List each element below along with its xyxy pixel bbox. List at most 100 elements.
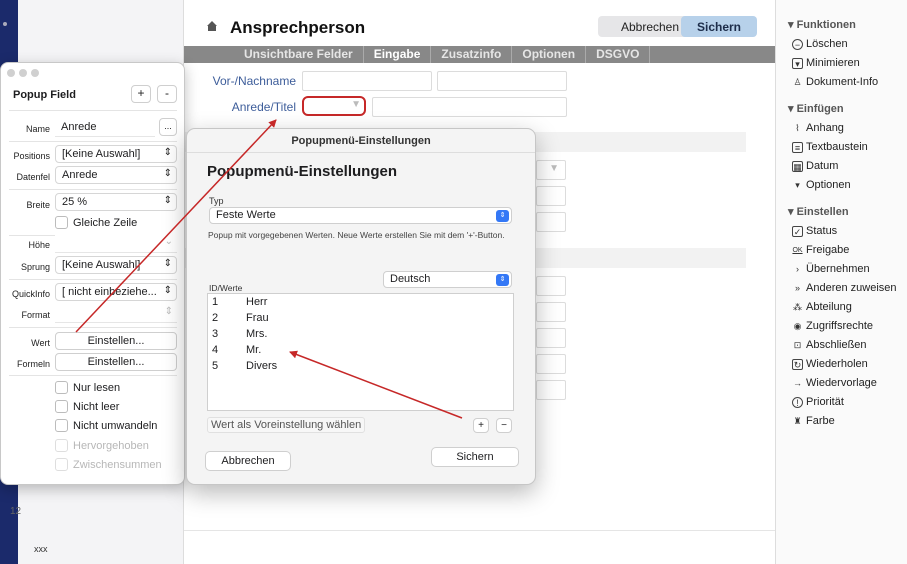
sidebar-item-wiedervorlage[interactable]: → Wiedervorlage	[776, 374, 907, 393]
tab-dsgvo[interactable]: DSGVO	[586, 46, 651, 63]
checkbox-label: Nicht umwandeln	[73, 419, 158, 432]
form-input-9[interactable]	[536, 380, 566, 400]
sidebar-item-wiederholen[interactable]: ↻ Wiederholen	[776, 355, 907, 374]
checkbox-box	[55, 458, 68, 471]
name-input[interactable]: Anrede	[55, 119, 155, 137]
sidebar-item-anhang[interactable]: ⌇ Anhang	[776, 119, 907, 138]
sidebar-item-anderen-zuweisen[interactable]: » Anderen zuweisen	[776, 279, 907, 298]
remove-value-button[interactable]: −	[496, 418, 512, 433]
inspector-remove-button[interactable]: -	[157, 85, 177, 103]
sidebar-item-status[interactable]: ✓ Status	[776, 222, 907, 241]
add-value-button[interactable]: +	[473, 418, 489, 433]
tab-zusatzinfo[interactable]: Zusatzinfo	[431, 46, 513, 63]
nicht-leer-checkbox[interactable]: Nicht leer	[55, 400, 119, 413]
sidebar-item-farbe[interactable]: ♜ Farbe	[776, 412, 907, 431]
dialog-save-button[interactable]: Sichern	[431, 447, 519, 467]
close-window-button[interactable]	[7, 69, 15, 77]
wert-einstellen-button[interactable]: Einstellen...	[55, 332, 177, 350]
list-item[interactable]: 5 Divers	[208, 358, 513, 374]
formeln-label: Formeln	[16, 359, 50, 369]
inspector-add-button[interactable]: +	[131, 85, 151, 103]
tab-eingabe[interactable]: Eingabe	[364, 46, 432, 63]
list-item[interactable]: 3 Mrs.	[208, 326, 513, 342]
inspector-separator	[9, 189, 177, 190]
popup-settings-dialog: Popupmenü-Einstellungen Popupmenü-Einste…	[186, 128, 536, 485]
form-input-4[interactable]	[536, 212, 566, 232]
last-name-input[interactable]	[437, 71, 567, 91]
row-value: Mr.	[246, 344, 262, 356]
tab-unsichtbare-felder[interactable]: Unsichtbare Felder	[234, 46, 364, 63]
row-value: Mrs.	[246, 328, 268, 340]
typ-select[interactable]: Feste Werte ⇕	[209, 207, 512, 224]
sidebar-item-datum[interactable]: ▦ Datum	[776, 157, 907, 176]
sidebar-item-freigabe[interactable]: OK Freigabe	[776, 241, 907, 260]
sidebar-item-abschliessen[interactable]: ⊡ Abschließen	[776, 336, 907, 355]
dialog-window-title: Popupmenü-Einstellungen	[187, 129, 535, 153]
sidebar-item-loeschen[interactable]: − Löschen	[776, 35, 907, 54]
sidebar-heading-einfuegen[interactable]: ▾ Einfügen	[776, 98, 907, 119]
formeln-einstellen-button[interactable]: Einstellen...	[55, 353, 177, 371]
sidebar-item-zugriffsrechte[interactable]: ◉ Zugriffsrechte	[776, 317, 907, 336]
inspector-separator	[9, 279, 177, 280]
form-popup-2[interactable]: ▼	[536, 160, 566, 180]
checkbox-box	[55, 419, 68, 432]
datenfel-select[interactable]: Anrede ⇕	[55, 166, 177, 184]
home-icon[interactable]	[206, 20, 218, 32]
name-more-button[interactable]: ...	[159, 118, 177, 136]
dialog-cancel-button[interactable]: Abbrechen	[205, 451, 291, 471]
sidebar-heading-funktionen[interactable]: ▾ Funktionen	[776, 14, 907, 35]
list-item[interactable]: 2 Frau	[208, 310, 513, 326]
salutation-popup[interactable]: ▼	[302, 96, 366, 116]
sidebar-item-optionen[interactable]: ▾ Optionen	[776, 176, 907, 195]
nicht-umwandeln-checkbox[interactable]: Nicht umwandeln	[55, 419, 157, 432]
updown-chevron-icon: ⇕	[496, 210, 509, 222]
quickinfo-select[interactable]: [ nicht einbeziehe... ⇕	[55, 283, 177, 301]
save-button[interactable]: Sichern	[681, 16, 757, 37]
row-id: 4	[212, 344, 219, 356]
zwischensummen-checkbox: Zwischensummen	[55, 458, 162, 471]
sidebar-item-abteilung[interactable]: ⁂ Abteilung	[776, 298, 907, 317]
hervorgehoben-checkbox: Hervorgehoben	[55, 439, 149, 452]
eye-icon: ◉	[793, 320, 802, 331]
form-input-6[interactable]	[536, 302, 566, 322]
sidebar-item-textbaustein[interactable]: ≡ Textbaustein	[776, 138, 907, 157]
updown-chevron-icon: ⇕	[163, 258, 172, 269]
calendar-icon: ▦	[792, 160, 803, 172]
set-default-value-button[interactable]: Wert als Voreinstellung wählen	[207, 417, 366, 433]
form-input-5[interactable]	[536, 276, 566, 296]
checkbox-label: Nur lesen	[73, 381, 121, 394]
positions-select[interactable]: [Keine Auswahl] ⇕	[55, 145, 177, 163]
list-item[interactable]: 4 Mr.	[208, 342, 513, 358]
format-select[interactable]: ⇕	[55, 305, 177, 323]
list-item[interactable]: 1 Herr	[208, 294, 513, 310]
gleiche-zeile-checkbox[interactable]: Gleiche Zeile	[55, 216, 137, 229]
inspector-separator	[9, 110, 177, 111]
values-list[interactable]: 1 Herr 2 Frau 3 Mrs. 4 Mr. 5 Divers	[207, 293, 514, 411]
language-select[interactable]: Deutsch ⇕	[383, 271, 512, 288]
tab-optionen[interactable]: Optionen	[512, 46, 587, 63]
hoehe-select[interactable]: ⌄	[55, 235, 177, 253]
positions-label: Positions	[13, 151, 50, 161]
form-input-7[interactable]	[536, 328, 566, 348]
breite-value: 25 %	[62, 196, 88, 208]
format-label: Format	[21, 310, 50, 320]
sidebar-heading-einstellen[interactable]: ▾ Einstellen	[776, 201, 907, 222]
title-input[interactable]	[372, 97, 567, 117]
sidebar-item-prioritaet[interactable]: ! Priorität	[776, 393, 907, 412]
nur-lesen-checkbox[interactable]: Nur lesen	[55, 381, 120, 394]
window-controls	[7, 69, 39, 77]
sidebar-item-dokument-info[interactable]: ♙ Dokument-Info	[776, 73, 907, 92]
page-title: Ansprechperson	[230, 18, 366, 37]
minimize-window-button[interactable]	[19, 69, 27, 77]
minimize-icon: ▾	[792, 57, 803, 69]
zoom-window-button[interactable]	[31, 69, 39, 77]
form-input-3[interactable]	[536, 186, 566, 206]
document-info-icon: ♙	[793, 76, 802, 87]
first-name-input[interactable]	[302, 71, 432, 91]
sidebar-item-minimieren[interactable]: ▾ Minimieren	[776, 54, 907, 73]
form-input-8[interactable]	[536, 354, 566, 374]
breite-select[interactable]: 25 % ⇕	[55, 193, 177, 211]
sidebar-item-uebernehmen[interactable]: › Übernehmen	[776, 260, 907, 279]
checkbox-icon: ✓	[792, 225, 803, 237]
sprung-select[interactable]: [Keine Auswahl] ⇕	[55, 256, 177, 274]
